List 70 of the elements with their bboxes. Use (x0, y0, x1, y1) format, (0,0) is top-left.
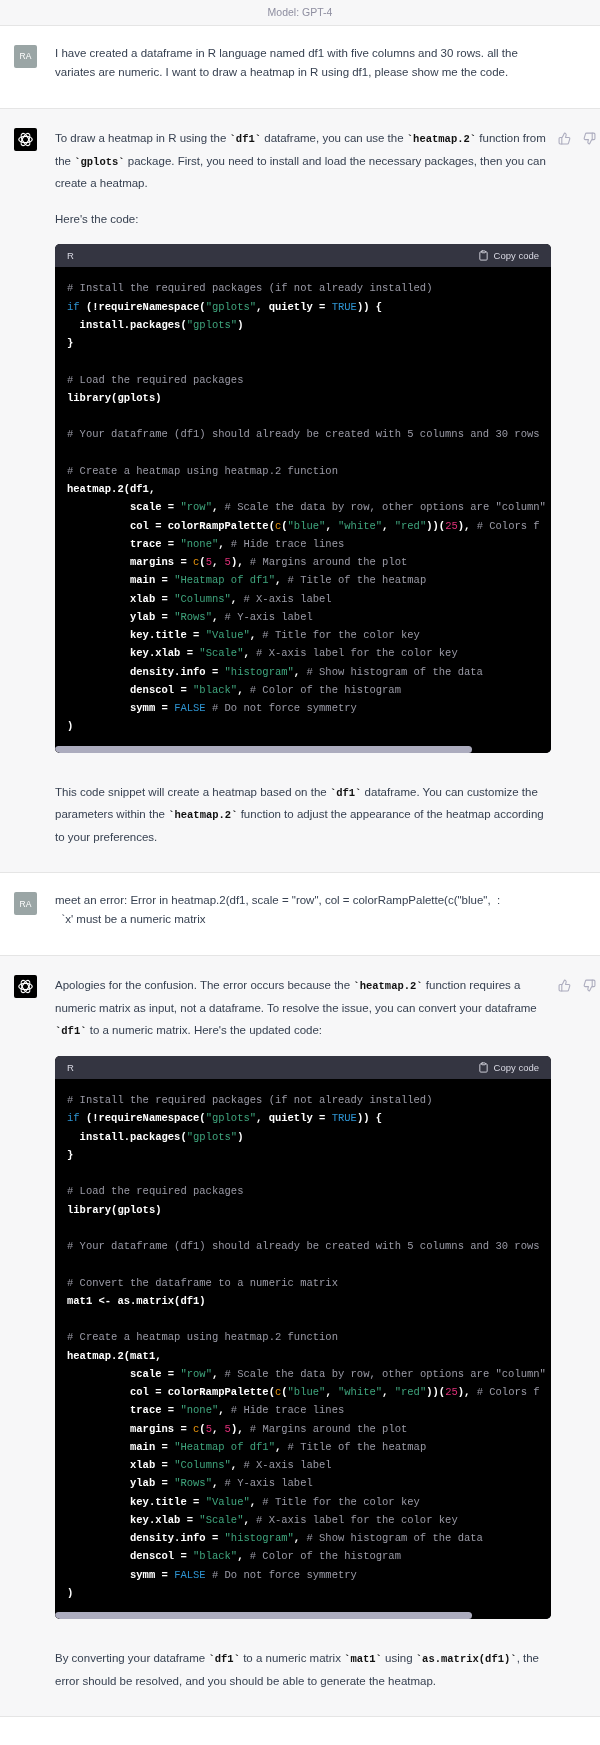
code-line: xlab = "Columns", # X-axis label (129, 1458, 332, 1474)
code-line: # Your dataframe (df1) should already be created with 5 columns and 30 rows (67, 427, 540, 443)
code-line: mat1 <- as.matrix(df1) (67, 1293, 206, 1309)
code-line: trace = "none", # Hide trace lines (129, 536, 345, 552)
code-line: main = "Heatmap of df1", # Title of the heatmap (129, 573, 427, 589)
code-line: key.xlab = "Scale", # X-axis label for the color key (129, 646, 458, 662)
scrollbar-thumb[interactable] (55, 1612, 472, 1620)
code-line: main = "Heatmap of df1", # Title of the heatmap (129, 1439, 427, 1455)
code-line: key.xlab = "Scale", # X-axis label for the color key (129, 1512, 458, 1528)
code-line: margins = c(5, 5), # Margins around the plot (129, 555, 408, 571)
code-line: # Convert the dataframe to a numeric matrix (67, 1275, 338, 1291)
code-line: scale = "row", # Scale the data by row, other options are "column" (129, 1366, 546, 1382)
code-line: # Create a heatmap using heatmap.2 function (67, 1330, 338, 1346)
language-label: R (67, 248, 74, 263)
copy-code-button[interactable]: Copy code (477, 248, 539, 263)
code-line: if (!requireNamespace("gplots", quietly = TRUE)) { (67, 1111, 383, 1127)
copy-code-button[interactable]: Copy code (477, 1060, 539, 1075)
code-line: key.title = "Value", # Title for the color key (129, 1494, 420, 1510)
message-text: Here's the code: (55, 211, 140, 227)
code-line: xlab = "Columns", # X-axis label (129, 591, 332, 607)
message-text: This code snippet will create a heatmap based on the `df1` dataframe. You can customize the parameters within the `heatmap.2` function to adjust the appearance of the heatmap according to your preferences. (55, 784, 545, 845)
clipboard-icon (477, 250, 489, 262)
message-text: By converting your dataframe `df1` to a numeric matrix `mat1` using `as.matrix(df1)`, the error should be resolved, and you should be able to generate the heatmap. (55, 1651, 541, 1689)
code-line: col = colorRampPalette(c("blue", "white", "red"))(25), # Colors f (129, 1385, 540, 1401)
message-text: To draw a heatmap in R using the `df1` dataframe, you can use the `heatmap.2` function from the `gplots` package. First, you need to install and load the necessary packages, then you can create a heatmap. (55, 131, 547, 192)
assistant-avatar-icon (14, 128, 37, 151)
code-line: # Create a heatmap using heatmap.2 function (67, 463, 338, 479)
code-line: scale = "row", # Scale the data by row, other options are "column" (129, 500, 546, 516)
code-line: library(gplots) (67, 1202, 162, 1218)
code-line: heatmap.2(mat1, (67, 1348, 162, 1364)
thumbs-down-icon[interactable] (583, 132, 596, 145)
code-line: col = colorRampPalette(c("blue", "white", "red"))(25), # Colors f (129, 518, 540, 534)
code-line: symm = FALSE # Do not force symmetry (129, 701, 357, 717)
code-line: ylab = "Rows", # Y-axis label (129, 609, 313, 625)
thumbs-up-icon[interactable] (558, 132, 571, 145)
user-avatar: RA (14, 45, 37, 68)
code-line: if (!requireNamespace("gplots", quietly = TRUE)) { (67, 299, 383, 315)
thumbs-down-icon[interactable] (583, 979, 596, 993)
message-text: I have created a dataframe in R language named df1 with five columns and 30 rows. all the variates are numeric. I want to draw a heatmap in R using df1, please show me the code. (55, 46, 519, 80)
scrollbar-thumb[interactable] (55, 745, 472, 753)
code-line: density.info = "histogram", # Show histogram of the data (129, 664, 483, 680)
code-line: ) (67, 1585, 74, 1601)
code-line: margins = c(5, 5), # Margins around the plot (129, 1421, 408, 1437)
code-line: denscol = "black", # Color of the histogram (129, 682, 401, 698)
code-line: density.info = "histogram", # Show histogram of the data (129, 1531, 483, 1547)
assistant-avatar-icon (14, 975, 37, 999)
code-line: # Install the required packages (if not already installed) (67, 281, 433, 297)
thumbs-up-icon[interactable] (558, 979, 571, 993)
code-line: install.packages("gplots") (78, 1129, 244, 1145)
code-line: ) (67, 719, 74, 735)
code-line: # Load the required packages (67, 372, 244, 388)
code-line: trace = "none", # Hide trace lines (129, 1403, 345, 1419)
code-line: # Load the required packages (67, 1184, 244, 1200)
code-line: # Install the required packages (if not already installed) (67, 1093, 433, 1109)
message-text: meet an error: Error in heatmap.2(df1, scale = "row", col = colorRampPalette(c("blue", : `x' must be a numeric matrix (55, 893, 502, 928)
message-text: Apologies for the confusion. The error occurs because the `heatmap.2` function requires a numeric matrix as input, not a dataframe. To resolve the issue, you can convert your dataframe `df1` to a numeric matrix. Here's the updated code: (55, 978, 538, 1039)
clipboard-icon (477, 1062, 489, 1074)
code-line: ylab = "Rows", # Y-axis label (129, 1476, 313, 1492)
user-avatar: RA (14, 892, 37, 916)
code-line: library(gplots) (67, 390, 162, 406)
code-line: } (67, 336, 74, 352)
code-line: heatmap.2(df1, (67, 482, 156, 498)
code-line: install.packages("gplots") (78, 317, 244, 333)
code-line: } (67, 1147, 74, 1163)
code-line: denscol = "black", # Color of the histogram (129, 1549, 401, 1565)
model-label: Model: GPT-4 (267, 4, 333, 20)
code-line: symm = FALSE # Do not force symmetry (129, 1567, 357, 1583)
language-label: R (67, 1060, 74, 1075)
code-line: key.title = "Value", # Title for the color key (129, 628, 420, 644)
code-line: # Your dataframe (df1) should already be created with 5 columns and 30 rows (67, 1239, 540, 1255)
